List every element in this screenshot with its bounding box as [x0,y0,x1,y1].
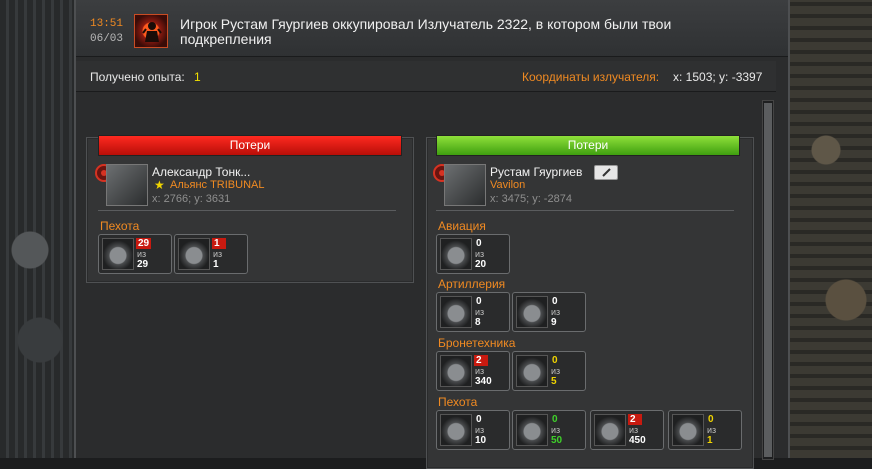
unit-card[interactable]: 0 из 9 [512,292,586,332]
unit-lost: 0 [552,355,558,366]
right-player-coords: x: 3475; y: -2874 [490,193,572,205]
unit-lost: 0 [708,414,714,425]
unit-total: 29 [137,259,149,270]
summary-bar: Получено опыта: 1 Координаты излучателя:… [76,61,776,92]
unit-lost: 0 [476,238,482,249]
event-time: 13:51 [90,18,124,30]
unit-lost: 0 [476,414,482,425]
unit-card[interactable]: 1 из 1 [174,234,248,274]
unit-total: 20 [475,259,487,270]
unit-total: 5 [551,376,557,387]
hero-soldier-icon [672,414,704,446]
unit-card[interactable]: 0 из 1 [668,410,742,450]
right-category-title: Артиллерия [438,277,506,291]
unit-of-label: из [551,366,561,376]
unit-card[interactable]: 0 из 20 [436,234,510,274]
unit-card[interactable]: 0 из 8 [436,292,510,332]
unit-total: 1 [707,435,713,446]
unit-total: 340 [475,376,492,387]
unit-total: 50 [551,435,563,446]
unit-of-label: из [629,425,639,435]
battle-report-panel: 13:51 06/03 Игрок Рустам Гяургиев оккупи… [74,0,790,469]
occupation-alert-icon [134,14,168,48]
unit-card[interactable]: 2 из 340 [436,351,510,391]
unit-of-label: из [475,249,485,259]
unit-total: 450 [629,435,646,446]
experience-label: Получено опыта: [90,70,185,84]
unit-lost: 2 [628,414,642,425]
left-alliance-name[interactable]: Альянс TRIBUNAL [170,179,264,191]
unit-lost: 0 [552,414,558,425]
unit-card[interactable]: 29 из 29 [98,234,172,274]
background-scenery-right [786,0,872,458]
report-header: 13:51 06/03 Игрок Рустам Гяургиев оккупи… [76,0,788,57]
infantry-soldier-icon [102,238,134,270]
right-losses-header: Потери [436,135,740,156]
event-date: 06/03 [90,33,124,45]
unit-lost: 29 [136,238,152,249]
armored-spider-icon [516,355,548,387]
unit-total: 9 [551,317,557,328]
heavy-trooper-icon [594,414,626,446]
right-player-avatar[interactable] [444,164,486,206]
artillery-tank-icon [440,296,472,328]
right-player-name[interactable]: Рустам Гяургиев [490,165,582,179]
artillery-mech-icon [516,296,548,328]
rifleman-icon [516,414,548,446]
unit-of-label: из [475,307,485,317]
left-category-title: Пехота [100,219,140,233]
unit-total: 10 [475,435,487,446]
unit-total: 8 [475,317,481,328]
left-losses-header: Потери [98,135,402,156]
infantry-vehicle-icon [440,414,472,446]
unit-lost: 0 [476,296,482,307]
aircraft-icon [440,238,472,270]
edit-icon[interactable] [594,165,618,180]
armored-crawler-icon [440,355,472,387]
unit-card[interactable]: 0 из 50 [512,410,586,450]
emitter-coords-label: Координаты излучателя: [522,70,660,84]
left-player-coords: x: 2766; y: 3631 [152,193,231,205]
unit-of-label: из [707,425,717,435]
unit-card[interactable]: 0 из 5 [512,351,586,391]
unit-lost: 2 [474,355,488,366]
unit-lost: 0 [552,296,558,307]
left-divider [98,210,396,211]
unit-of-label: из [475,366,485,376]
star-icon: ★ [154,178,165,192]
unit-card[interactable]: 0 из 10 [436,410,510,450]
left-player-name[interactable]: Александр Тонк... [152,165,250,179]
unit-of-label: из [213,249,223,259]
scrollbar-thumb[interactable] [764,103,772,457]
assault-vehicle-icon [178,238,210,270]
scrollbar[interactable] [762,100,774,460]
right-category-title: Пехота [438,395,478,409]
emitter-coords-value: x: 1503; y: -3397 [673,70,763,84]
experience-value: 1 [194,70,201,84]
unit-of-label: из [137,249,147,259]
right-divider [436,210,734,211]
unit-total: 1 [213,259,219,270]
unit-lost: 1 [212,238,226,249]
right-category-title: Авиация [438,219,486,233]
unit-of-label: из [475,425,485,435]
right-category-title: Бронетехника [438,336,516,350]
unit-of-label: из [551,307,561,317]
unit-of-label: из [551,425,561,435]
unit-card[interactable]: 2 из 450 [590,410,664,450]
right-alliance-name[interactable]: Vavilon [490,179,525,191]
left-player-avatar[interactable] [106,164,148,206]
background-scenery-left [0,0,74,458]
event-message: Игрок Рустам Гяургиев оккупировал Излуча… [180,16,672,47]
